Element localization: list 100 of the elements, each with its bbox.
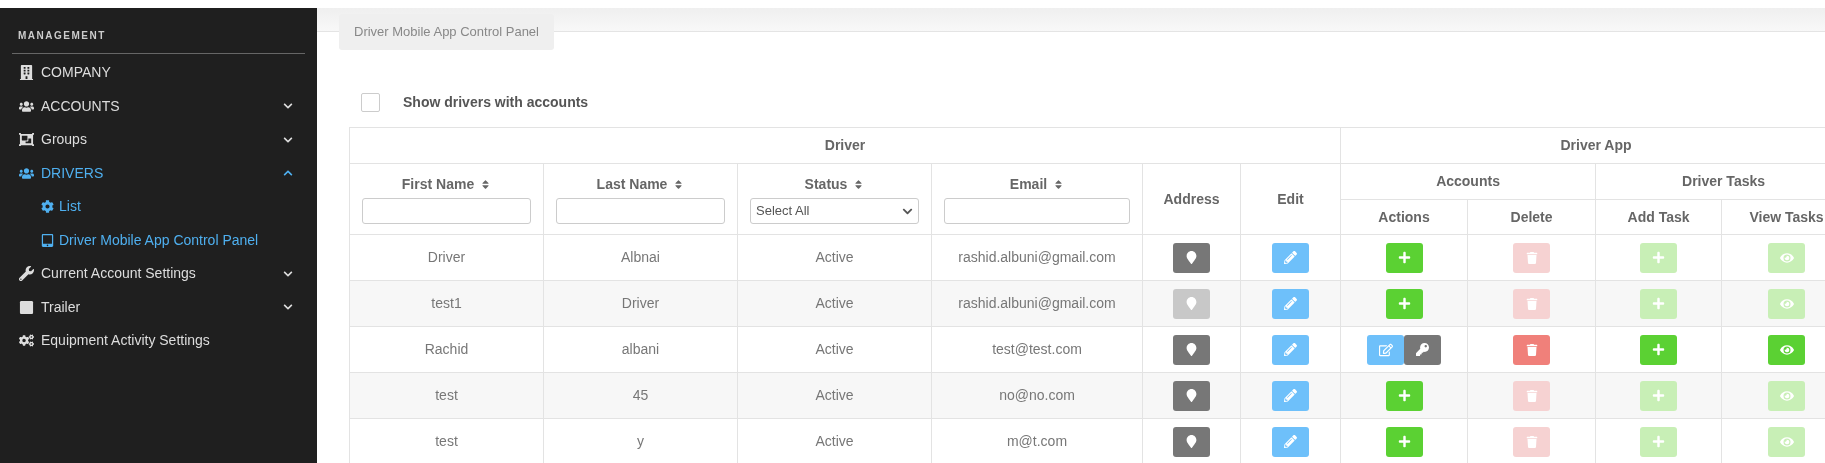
checkbox[interactable] [361,93,380,112]
sidebar-item[interactable]: Groups [0,123,317,157]
edit-button[interactable] [1272,242,1309,273]
gears-icon [19,333,36,349]
sort-icon[interactable] [480,179,492,190]
sidebar-subitem[interactable]: List [0,190,317,224]
chevron-down-icon [283,268,293,279]
table-cell: test1 [349,280,544,327]
edit-button[interactable] [1272,426,1309,457]
edit-account-button[interactable] [1367,334,1405,365]
add-button[interactable] [1385,242,1423,273]
add-button[interactable] [1385,288,1423,319]
plus-icon [1397,297,1411,310]
sort-icon[interactable] [1053,179,1065,190]
view-tasks-button[interactable] [1768,334,1806,365]
sidebar-item[interactable]: Equipment Activity Settings [0,324,317,358]
filter-field[interactable] [362,198,531,224]
delete-button[interactable] [1513,242,1551,273]
view-tasks-button[interactable] [1768,288,1806,319]
location-button[interactable] [1173,242,1210,273]
sidebar-item[interactable]: Current Account Settings [0,257,317,291]
add-button[interactable] [1385,426,1423,457]
delete-button[interactable] [1513,426,1551,457]
column-header: Last Name [543,163,738,235]
add-task-button[interactable] [1640,242,1678,273]
view-tasks-button[interactable] [1768,242,1806,273]
table-cell: no@no.com [931,372,1143,419]
pencil-icon [1284,297,1297,310]
chevron-down-icon [283,134,293,145]
column-header: Add Task [1595,199,1722,235]
subgroup-header: Accounts [1340,163,1596,200]
view-tasks-button[interactable] [1768,380,1806,411]
view-tasks-button[interactable] [1768,426,1806,457]
pencil-icon [1284,389,1297,402]
map-pin-icon [1185,435,1198,448]
sort-icon[interactable] [853,179,865,190]
status-select[interactable]: Select All [750,198,919,224]
column-header: Edit [1240,163,1341,235]
edit-icon [1378,342,1393,357]
table-cell: Driver [349,234,544,281]
delete-button[interactable] [1513,334,1551,365]
table-cell: Albnai [543,234,738,281]
eye-icon [1779,296,1794,311]
filter-field[interactable] [556,198,725,224]
location-button[interactable] [1173,334,1210,365]
add-button[interactable] [1385,380,1423,411]
edit-button[interactable] [1272,380,1309,411]
delete-button[interactable] [1513,288,1551,319]
eye-icon [1779,250,1794,265]
column-header: Actions [1340,199,1468,235]
plus-icon [1652,297,1666,310]
delete-button[interactable] [1513,380,1551,411]
column-header: Status Select All [737,163,932,235]
eye-icon [1779,388,1794,403]
sidebar-item[interactable]: COMPANY [0,56,317,90]
key-icon [1416,343,1430,356]
sidebar-item[interactable]: Trailer [0,290,317,324]
plus-icon [1397,251,1411,264]
add-task-button[interactable] [1640,426,1678,457]
sidebar-heading: MANAGEMENT [18,30,106,41]
table-cell: rashid.albuni@gmail.com [931,234,1143,281]
group-header: Driver [349,127,1341,164]
trash-icon [1525,251,1538,264]
sidebar-item[interactable]: ACCOUNTS [0,89,317,123]
group-header: Driver App [1340,127,1825,164]
group-icon [19,132,36,148]
table-cell: Active [737,372,932,419]
add-task-button[interactable] [1640,380,1678,411]
table-cell: Active [737,234,932,281]
sort-icon[interactable] [673,179,685,190]
plus-icon [1652,389,1666,402]
column-header: Delete [1467,199,1596,235]
sidebar-item[interactable]: DRIVERS [0,156,317,190]
edit-button[interactable] [1272,334,1309,365]
location-button[interactable] [1173,380,1210,411]
plus-icon [1652,435,1666,448]
location-button[interactable] [1173,426,1210,457]
edit-button[interactable] [1272,288,1309,319]
filter-field[interactable] [944,198,1130,224]
table-cell: Driver [543,280,738,327]
pencil-icon [1284,251,1297,264]
plus-icon [1397,389,1411,402]
column-header: Address [1142,163,1241,235]
column-header: Email [931,163,1143,235]
add-task-button[interactable] [1640,334,1678,365]
chevron-up-icon [283,168,293,179]
map-pin-icon [1185,297,1198,310]
eye-icon [1779,342,1794,357]
pencil-icon [1284,435,1297,448]
key-button[interactable] [1404,334,1442,365]
map-pin-icon [1185,343,1198,356]
table-cell: Active [737,326,932,373]
checkbox-label: Show drivers with accounts [403,93,589,112]
sidebar-subitem[interactable]: Driver Mobile App Control Panel [0,223,317,257]
trash-icon [1525,343,1538,356]
add-task-button[interactable] [1640,288,1678,319]
column-header: First Name [349,163,544,235]
tablet-icon [41,233,54,247]
table-cell: rashid.albuni@gmail.com [931,280,1143,327]
plus-icon [1397,435,1411,448]
